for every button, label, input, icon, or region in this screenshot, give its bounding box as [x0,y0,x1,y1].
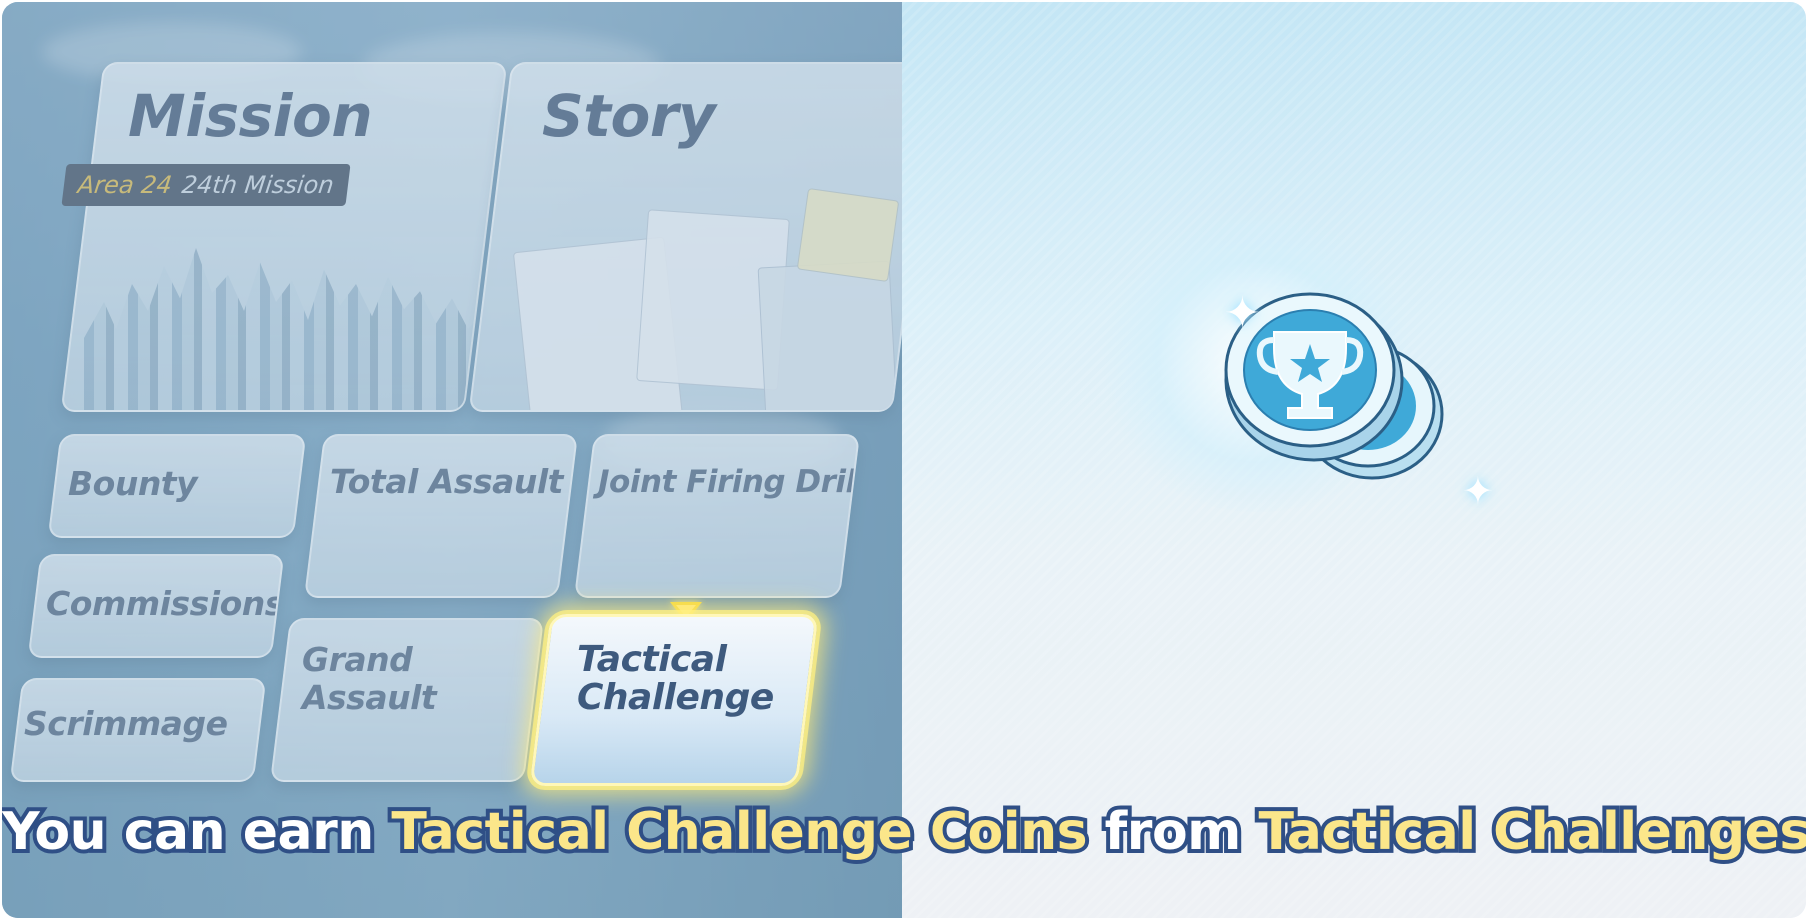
tutorial-screen: Mission Area 24 24th Mission Story Bount [2,2,1806,918]
tactical-challenge-title-line2: Challenge [577,677,774,718]
caption-part1: You can earn [2,798,392,866]
tactical-challenge-title: Tactical Challenge [577,639,774,718]
tactical-challenge-title-line1: Tactical [577,639,727,680]
caption-part3: from [1087,798,1259,866]
grand-assault-title-line1: Grand [302,640,413,679]
badge-area: Area 24 [76,171,174,199]
grand-assault-card[interactable]: Grand Assault [269,618,545,782]
tutorial-caption: You can earn Tactical Challenge Coins fr… [2,798,1806,866]
total-assault-card[interactable]: Total Assault [303,434,579,598]
mission-card[interactable]: Mission [60,62,508,412]
scrimmage-card[interactable]: Scrimmage [9,678,267,782]
grand-assault-title-line2: Assault [302,678,437,717]
story-card[interactable]: Story [468,62,902,412]
tactical-challenge-card[interactable]: Tactical Challenge [529,614,819,786]
caption-part2: Tactical Challenge Coins [387,798,1091,866]
bounty-title: Bounty [68,464,198,503]
joint-firing-drill-title: Joint Firing Drill [598,464,861,500]
sparkle-icon: ✦ [1462,469,1494,513]
caption-part4: Tactical Challenges. [1254,798,1806,866]
commissions-card[interactable]: Commissions [27,554,285,658]
bounty-card[interactable]: Bounty [47,434,307,538]
story-title: Story [542,82,716,150]
reward-item-panel: ✦ ✦ [902,2,1806,918]
sparkle-icon: ✦ [1224,288,1261,339]
commissions-title: Commissions [46,584,284,623]
mission-title: Mission [128,82,373,150]
total-assault-title: Total Assault [330,462,563,501]
badge-mission-name: 24th Mission [180,171,336,199]
joint-firing-drill-card[interactable]: Joint Firing Drill [573,434,861,598]
mission-progress-badge: Area 24 24th Mission [61,164,351,206]
scrimmage-title: Scrimmage [24,704,228,743]
story-papers-illustration [512,174,902,412]
